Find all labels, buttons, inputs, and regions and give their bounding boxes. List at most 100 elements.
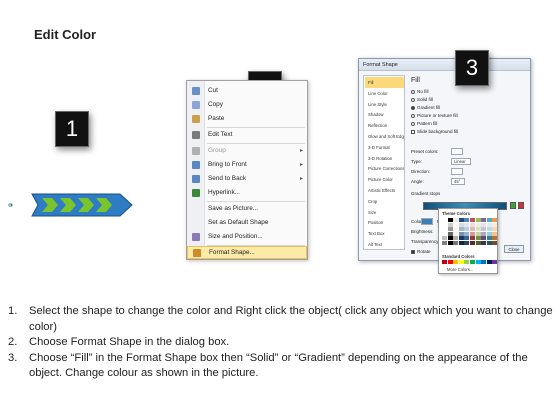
category-line-color[interactable]: Line Color (365, 88, 404, 99)
category-line-style[interactable]: Line Style (365, 99, 404, 110)
color-swatch[interactable] (464, 260, 470, 264)
color-swatch[interactable] (469, 227, 475, 232)
menu-item-send-to-back[interactable]: Send to Back ▸ (187, 172, 307, 185)
color-swatch[interactable] (464, 222, 470, 227)
color-swatch[interactable] (447, 227, 453, 232)
type-select[interactable]: Linear (451, 158, 471, 165)
category-3-d-format[interactable]: 3-D Format (365, 142, 404, 153)
category-reflection[interactable]: Reflection (365, 120, 404, 131)
color-swatch[interactable] (447, 236, 453, 241)
color-swatch[interactable] (453, 222, 459, 227)
color-swatch[interactable] (475, 218, 481, 222)
color-swatch[interactable] (481, 227, 487, 232)
color-swatch[interactable] (458, 227, 464, 232)
color-swatch[interactable] (442, 218, 447, 222)
category-position[interactable]: Position (365, 217, 404, 228)
angle-input[interactable]: 45° (451, 178, 465, 185)
menu-item-save-as-picture[interactable]: Save as Picture... (187, 202, 307, 215)
color-swatch[interactable] (453, 260, 459, 264)
fill-option-solid-fill[interactable]: Solid fill (411, 97, 433, 102)
color-swatch[interactable] (481, 240, 487, 245)
color-swatch[interactable] (481, 218, 487, 222)
category-picture-corrections[interactable]: Picture Corrections (365, 163, 404, 174)
add-stop-icon[interactable] (510, 202, 516, 209)
fill-option-picture-or-texture-fill[interactable]: Picture or texture fill (411, 113, 458, 118)
color-swatch[interactable] (492, 218, 498, 222)
direction-picker[interactable] (451, 168, 463, 175)
color-swatch[interactable] (453, 236, 459, 241)
color-swatch[interactable] (447, 218, 453, 222)
color-swatch[interactable] (458, 236, 464, 241)
color-swatch[interactable] (442, 236, 447, 241)
color-swatch[interactable] (447, 231, 453, 236)
color-swatch[interactable] (469, 222, 475, 227)
remove-stop-icon[interactable] (518, 202, 524, 209)
color-swatch[interactable] (453, 218, 459, 222)
color-swatch[interactable] (469, 260, 475, 264)
menu-item-size-and-position[interactable]: Size and Position... (187, 230, 307, 243)
color-swatch[interactable] (486, 240, 492, 245)
menu-item-hyperlink[interactable]: Hyperlink... (187, 186, 307, 199)
color-swatch[interactable] (475, 227, 481, 232)
color-swatch[interactable] (458, 222, 464, 227)
color-swatch[interactable] (442, 240, 447, 245)
color-swatch[interactable] (464, 236, 470, 241)
color-swatch[interactable] (486, 227, 492, 232)
color-swatch[interactable] (481, 236, 487, 241)
more-colors-link[interactable]: More Colors... (447, 267, 473, 272)
fill-option-no-fill[interactable]: No fill (411, 89, 429, 94)
chevron-shape[interactable] (8, 186, 138, 231)
color-swatch[interactable] (442, 227, 447, 232)
category-artistic-effects[interactable]: Artistic Effects (365, 185, 404, 196)
menu-item-set-as-default-shape[interactable]: Set as Default Shape (187, 216, 307, 229)
color-swatch[interactable] (469, 236, 475, 241)
color-swatch[interactable] (486, 218, 492, 222)
menu-item-paste[interactable]: Paste (187, 112, 307, 125)
category-glow-and-soft-edges[interactable]: Glow and Soft Edges (365, 131, 404, 142)
color-swatch[interactable] (475, 240, 481, 245)
category-picture-color[interactable]: Picture Color (365, 174, 404, 185)
category-text-box[interactable]: Text Box (365, 228, 404, 239)
color-swatch[interactable] (486, 222, 492, 227)
color-swatch[interactable] (481, 222, 487, 227)
color-swatch[interactable] (464, 218, 470, 222)
color-swatch[interactable] (464, 240, 470, 245)
color-swatch[interactable] (442, 231, 447, 236)
rotate-checkbox[interactable]: Rotate (411, 249, 431, 254)
category-shadow[interactable]: Shadow (365, 109, 404, 120)
color-swatch[interactable] (469, 231, 475, 236)
category-crop[interactable]: Crop (365, 196, 404, 207)
color-swatch[interactable] (447, 260, 453, 264)
color-swatch[interactable] (458, 231, 464, 236)
color-swatch[interactable] (453, 227, 459, 232)
menu-item-cut[interactable]: Cut (187, 84, 307, 97)
menu-item-bring-to-front[interactable]: Bring to Front ▸ (187, 158, 307, 171)
color-swatch[interactable] (469, 240, 475, 245)
color-swatch[interactable] (475, 260, 481, 264)
color-swatch[interactable] (486, 260, 492, 264)
menu-item-group[interactable]: Group ▸ (187, 144, 307, 157)
menu-item-edit-text[interactable]: Edit Text (187, 128, 307, 141)
color-swatch[interactable] (492, 260, 498, 264)
category-size[interactable]: Size (365, 207, 404, 218)
color-swatch[interactable] (492, 227, 498, 232)
color-swatch[interactable] (486, 231, 492, 236)
color-swatch[interactable] (475, 222, 481, 227)
menu-item-format-shape[interactable]: Format Shape... (187, 246, 307, 259)
color-swatch[interactable] (464, 231, 470, 236)
fill-option-slide-background-fill[interactable]: Slide background fill (411, 129, 458, 134)
color-swatch[interactable] (492, 231, 498, 236)
color-swatch[interactable] (469, 218, 475, 222)
color-swatch[interactable] (475, 236, 481, 241)
category-fill[interactable]: Fill (365, 77, 404, 88)
preset-colors-picker[interactable] (451, 148, 463, 155)
color-swatch[interactable] (442, 222, 447, 227)
fill-option-pattern-fill[interactable]: Pattern fill (411, 121, 437, 126)
color-swatch[interactable] (458, 240, 464, 245)
color-swatch[interactable] (453, 240, 459, 245)
color-swatch[interactable] (464, 227, 470, 232)
color-swatch[interactable] (458, 260, 464, 264)
color-picker-button[interactable] (421, 218, 433, 225)
color-swatch[interactable] (447, 222, 453, 227)
color-swatch[interactable] (442, 260, 447, 264)
